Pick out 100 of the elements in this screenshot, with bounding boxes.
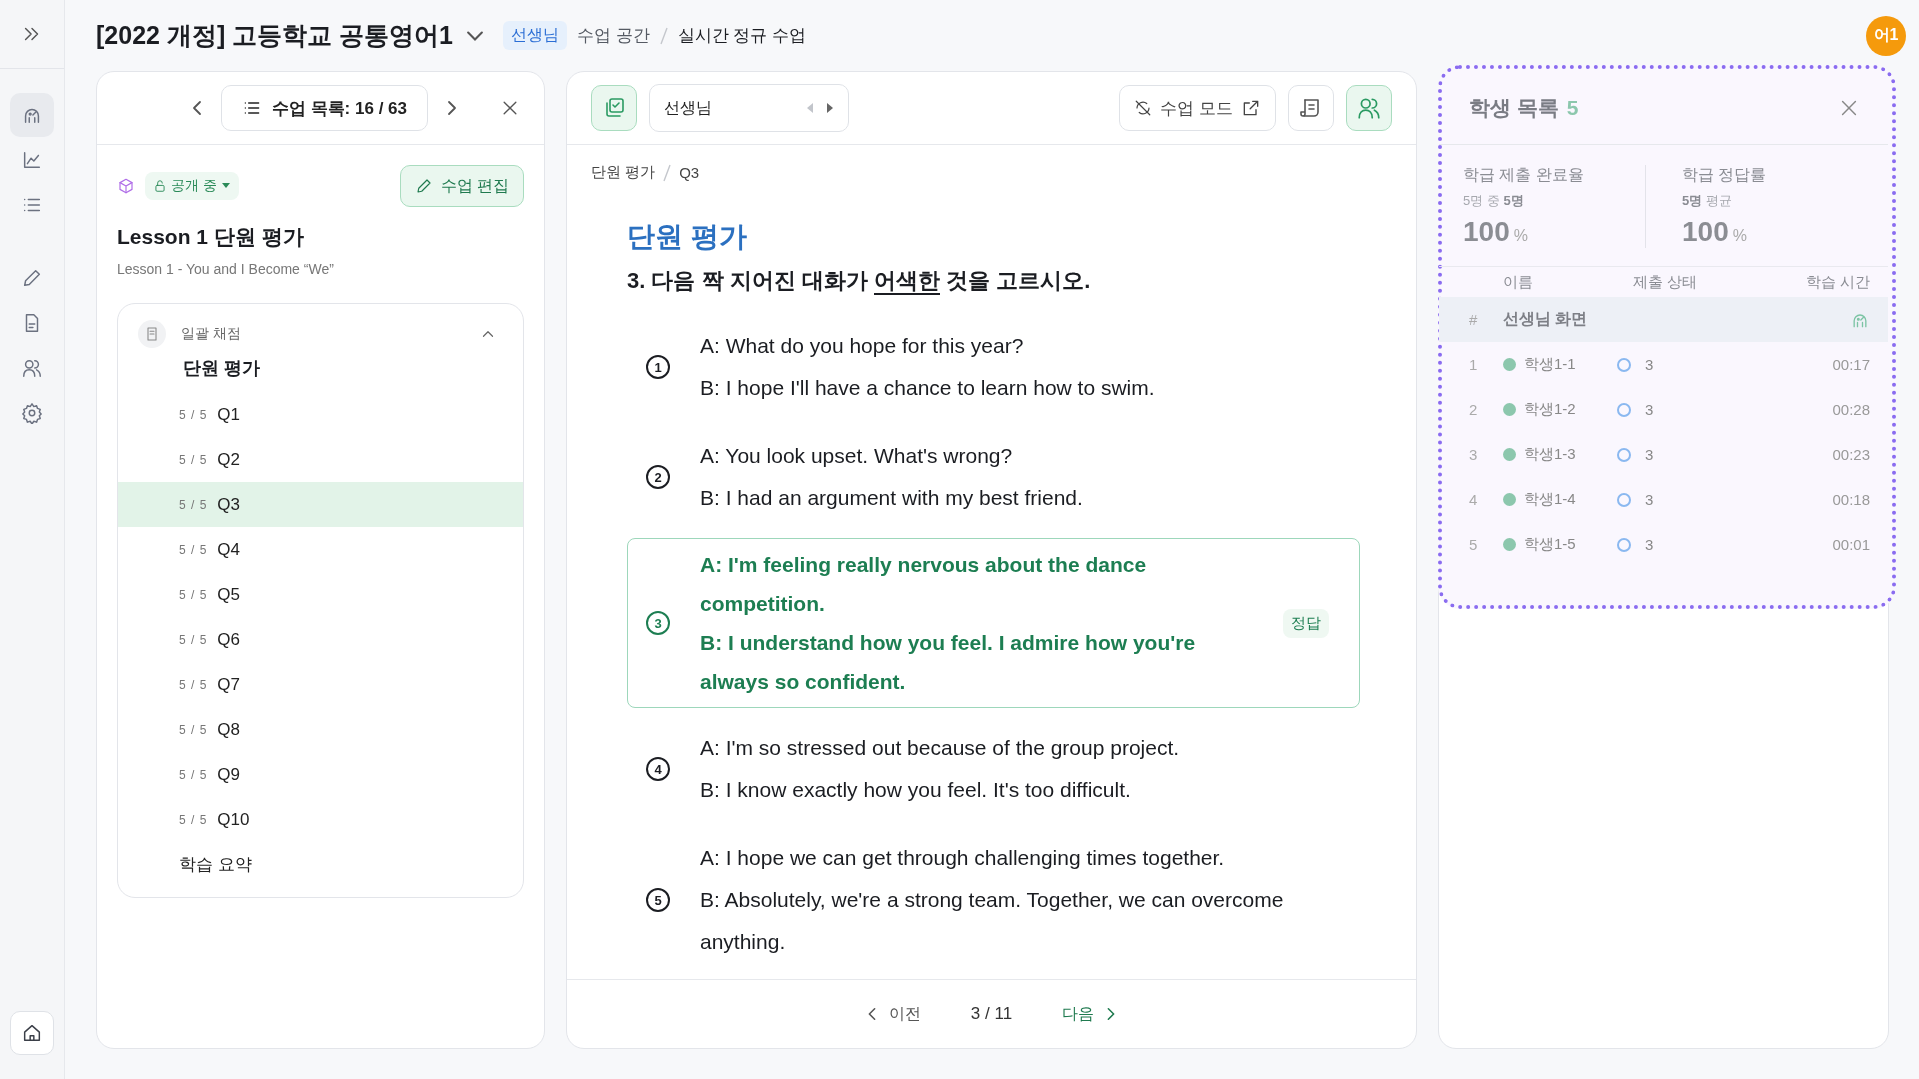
score: 3: [1645, 536, 1654, 553]
option-number: 5: [646, 888, 670, 912]
question-item[interactable]: 5 / 5 Q2: [118, 437, 523, 482]
option-number: 2: [646, 465, 670, 489]
study-time: 00:01: [1831, 536, 1870, 553]
next-arrow-icon[interactable]: [826, 102, 834, 114]
breadcrumb-separator-icon: [663, 163, 672, 182]
breadcrumb-item[interactable]: 단원 평가: [591, 163, 656, 182]
question-item[interactable]: 5 / 5 Q7: [118, 662, 523, 707]
layers-button[interactable]: [591, 85, 637, 131]
lesson-subtitle: Lesson 1 - You and I Become “We”: [117, 261, 335, 277]
study-time: 00:28: [1831, 401, 1870, 418]
breadcrumb-separator-icon: [659, 26, 668, 45]
unlock-icon: [153, 179, 167, 193]
sidebar-item[interactable]: [10, 93, 54, 137]
settings-icon: [21, 402, 43, 424]
dialogue-line: B: Absolutely, we're a strong team. Together, we can overcome anything.: [700, 887, 1285, 955]
question-item[interactable]: 5 / 5 Q10: [118, 797, 523, 842]
answer-tag: 정답: [1283, 608, 1329, 638]
stat-caption: 5명 평균: [1682, 192, 1733, 210]
answer-option[interactable]: 2 A: You look upset. What's wrong? B: I had an argument with my best friend.: [627, 428, 1360, 526]
question-item[interactable]: 5 / 5 Q4: [118, 527, 523, 572]
score: 3: [1645, 401, 1654, 418]
column-header: 학습 시간: [1804, 272, 1870, 292]
question-item[interactable]: 5 / 5 Q5: [118, 572, 523, 617]
study-time: 00:18: [1831, 491, 1870, 508]
stat-value: 100%: [1463, 216, 1529, 248]
score: 3: [1645, 491, 1654, 508]
breadcrumb-item[interactable]: 수업 공간: [577, 24, 650, 47]
stat-value: 100%: [1682, 216, 1748, 248]
teacher-screen-row[interactable]: # 선생님 화면: [1439, 297, 1888, 342]
question-item[interactable]: 5 / 5 Q6: [118, 617, 523, 662]
answer-option[interactable]: 4 A: I'm so stressed out because of the group project. B: I know exactly how you feel. It's too difficult.: [627, 720, 1360, 818]
study-time: 00:23: [1831, 446, 1870, 463]
stat-caption: 5명 중 5명: [1463, 192, 1525, 210]
section-title: 단원 평가: [627, 220, 748, 254]
document-icon: [144, 326, 160, 342]
column-header: 제출 상태: [1633, 272, 1699, 292]
page-indicator: 3 / 11: [970, 1004, 1013, 1024]
stat-label: 학급 제출 완료율: [1463, 165, 1585, 185]
dialogue-line: B: I hope I'll have a chance to learn how to swim.: [700, 375, 1156, 401]
dialogue-line: A: You look upset. What's wrong?: [700, 443, 1014, 469]
dialogue-line: A: I hope we can get through challenging times together.: [700, 845, 1226, 871]
student-name: 학생1-1: [1524, 355, 1576, 374]
lesson-title: Lesson 1 단원 평가: [117, 224, 305, 250]
student-count: 5: [1566, 96, 1579, 120]
score: 3: [1645, 446, 1654, 463]
dialogue-line: B: I had an argument with my best friend.: [700, 485, 1084, 511]
class-mode-button[interactable]: 수업 모드: [1119, 85, 1276, 131]
summary-item[interactable]: 학습 요약: [118, 842, 258, 887]
column-header: 이름: [1503, 272, 1534, 292]
course-title: [2022 개정] 고등학교 공통영어1: [96, 20, 453, 51]
chevron-down-icon: [467, 30, 483, 41]
dialogue-line: A: I'm feeling really nervous about the dance competition.: [700, 552, 1148, 617]
external-link-icon: [1241, 98, 1261, 118]
dropdown-arrow-icon: [220, 182, 231, 190]
script-button[interactable]: [1288, 85, 1334, 131]
chart-icon: [21, 149, 43, 171]
dialogue-line: B: I know exactly how you feel. It's too difficult.: [700, 777, 1132, 803]
next-button[interactable]: 다음: [1056, 1002, 1125, 1026]
answer-option[interactable]: 1 A: What do you hope for this year? B: I hope I'll have a chance to learn how to swim.: [627, 318, 1360, 416]
question-item[interactable]: 5 / 5 Q9: [118, 752, 523, 797]
breadcrumb-item[interactable]: Q3: [679, 164, 700, 181]
presenter-name: 선생님: [664, 97, 712, 118]
option-number: 1: [646, 355, 670, 379]
sync-off-icon: [1134, 99, 1153, 117]
group-title: 단원 평가: [183, 357, 261, 380]
answer-option[interactable]: 5 A: I hope we can get through challenging times together. B: Absolutely, we're a strong team. Together, we can overcome anything.: [627, 830, 1360, 970]
home-button[interactable]: [10, 1011, 54, 1055]
role-badge: 선생님: [503, 21, 567, 50]
student-name: 학생1-4: [1524, 490, 1576, 509]
dialogue-line: A: What do you hope for this year?: [700, 333, 1025, 359]
people-icon: [21, 357, 43, 379]
student-name: 학생1-3: [1524, 445, 1576, 464]
students-button[interactable]: [1346, 85, 1392, 131]
score: 3: [1645, 356, 1654, 373]
question-item[interactable]: 5 / 5 Q8: [118, 707, 523, 752]
dialogue-line: A: I'm so stressed out because of the group project.: [700, 735, 1181, 761]
question-item[interactable]: 5 / 5 Q3: [118, 482, 523, 527]
cube-icon: [117, 177, 135, 195]
question-item[interactable]: 5 / 5 Q1: [118, 392, 523, 437]
study-time: 00:17: [1831, 356, 1870, 373]
student-name: 학생1-2: [1524, 400, 1576, 419]
home-icon: [21, 1022, 43, 1044]
stat-label: 학급 정답률: [1682, 165, 1768, 185]
previous-button[interactable]: 이전: [858, 1002, 927, 1026]
panel-title: 학생 목록: [1469, 95, 1559, 121]
dialogue-line: B: I understand how you feel. I admire how you're always so confident.: [700, 630, 1197, 695]
group-label: 일괄 채점: [181, 325, 241, 343]
pencil-icon: [414, 177, 433, 195]
edit-lesson-button[interactable]: 수업 편집: [399, 165, 524, 207]
correct-answer-option[interactable]: 3 A: I'm feeling really nervous about the dance competition. B: I understand how you feel. I admire how you're always so confident. 정답: [627, 538, 1360, 708]
option-number: 3: [646, 611, 670, 635]
option-number: 4: [646, 757, 670, 781]
pencil-icon: [21, 267, 43, 289]
breadcrumb-item[interactable]: 실시간 정규 수업: [677, 24, 807, 47]
lesson-list-button[interactable]: 수업 목록: 16 / 63: [220, 85, 428, 131]
question-text: 3. 다음 짝 지어진 대화가 어색한 것을 고르시오.: [627, 267, 1092, 296]
student-name: 학생1-5: [1524, 535, 1576, 554]
visibility-dropdown[interactable]: 공개 중: [145, 172, 239, 200]
